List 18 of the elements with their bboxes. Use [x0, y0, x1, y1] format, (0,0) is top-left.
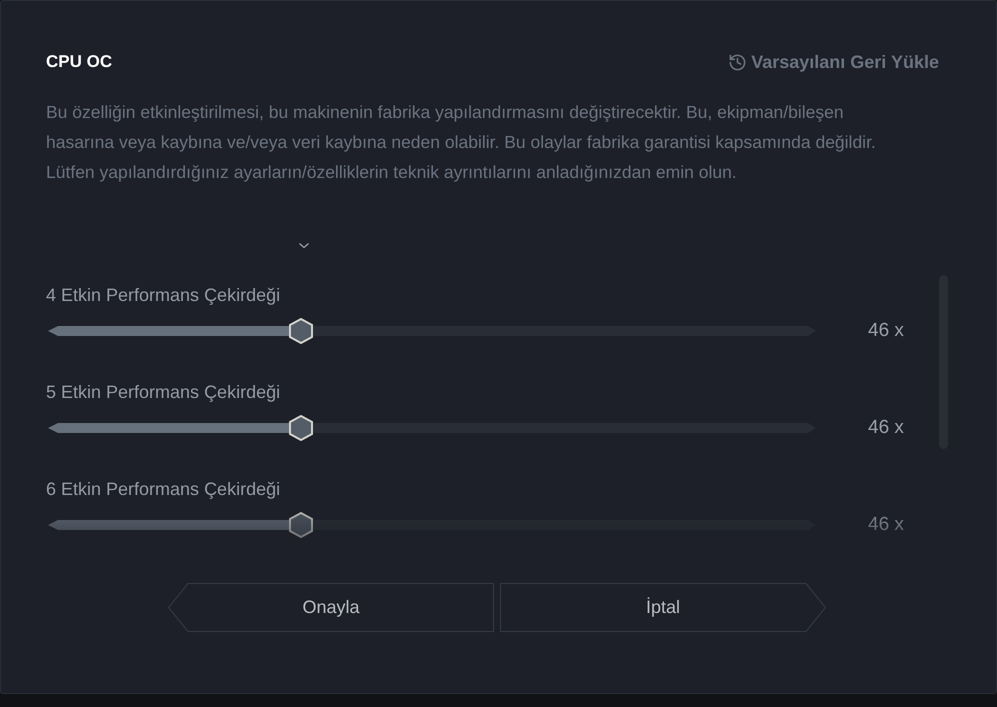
slider-value: 46 x — [868, 514, 904, 536]
slider-label: 6 Etkin Performans Çekirdeği — [46, 478, 280, 500]
slider-track[interactable] — [48, 512, 816, 538]
slider-label: 5 Etkin Performans Çekirdeği — [46, 381, 280, 403]
slider-track[interactable] — [48, 318, 816, 344]
slider-thumb[interactable] — [289, 318, 314, 344]
cancel-button[interactable]: İptal — [500, 583, 826, 632]
slider-value: 46 x — [868, 417, 904, 439]
confirm-button[interactable]: Onayla — [168, 583, 494, 632]
slider-label: 4 Etkin Performans Çekirdeği — [46, 284, 280, 306]
slider-thumb[interactable] — [289, 415, 314, 441]
history-icon — [728, 52, 748, 72]
dialog-title: CPU OC — [46, 51, 112, 73]
warning-text: Bu özelliğin etkinleştirilmesi, bu makinenin fabrika yapılandırmasını değiştirecektir. Bu, ekipman/bileşen hasarına veya kaybına ve/veya veri kaybına neden olabilir. Bu olaylar fabrika garantisi kapsamında değildir. Lütfen yapılandırdığınız ayarların/özelliklerin teknik ayrıntılarını anladığınızdan emin olun. — [46, 101, 877, 184]
slider-track[interactable] — [48, 415, 816, 441]
slider-value: 46 x — [868, 320, 904, 342]
slider-thumb[interactable] — [289, 512, 314, 538]
chevron-down-icon — [299, 243, 309, 248]
